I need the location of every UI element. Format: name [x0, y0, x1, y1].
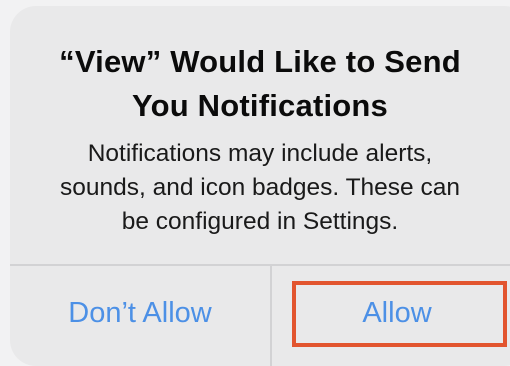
- dont-allow-label: Don’t Allow: [68, 296, 212, 329]
- notification-permission-dialog: “View” Would Like to Send You Notificati…: [10, 6, 510, 366]
- dialog-content: “View” Would Like to Send You Notificati…: [10, 6, 510, 265]
- dialog-message-line-1: Notifications may include alerts,: [87, 140, 433, 167]
- dialog-message-line-3: be configured in Settings.: [121, 208, 399, 235]
- dialog-message: Notifications may include alerts, sounds…: [10, 137, 510, 239]
- allow-label: Allow: [362, 296, 432, 329]
- dont-allow-button[interactable]: Don’t Allow: [10, 266, 270, 358]
- dialog-title-line-2: You Notifications: [132, 88, 388, 123]
- allow-button[interactable]: Allow: [272, 266, 510, 358]
- dialog-title: “View” Would Like to Send You Notificati…: [10, 40, 510, 128]
- dialog-message-line-2: sounds, and icon badges. These can: [59, 174, 460, 201]
- dialog-title-line-1: “View” Would Like to Send: [59, 44, 461, 79]
